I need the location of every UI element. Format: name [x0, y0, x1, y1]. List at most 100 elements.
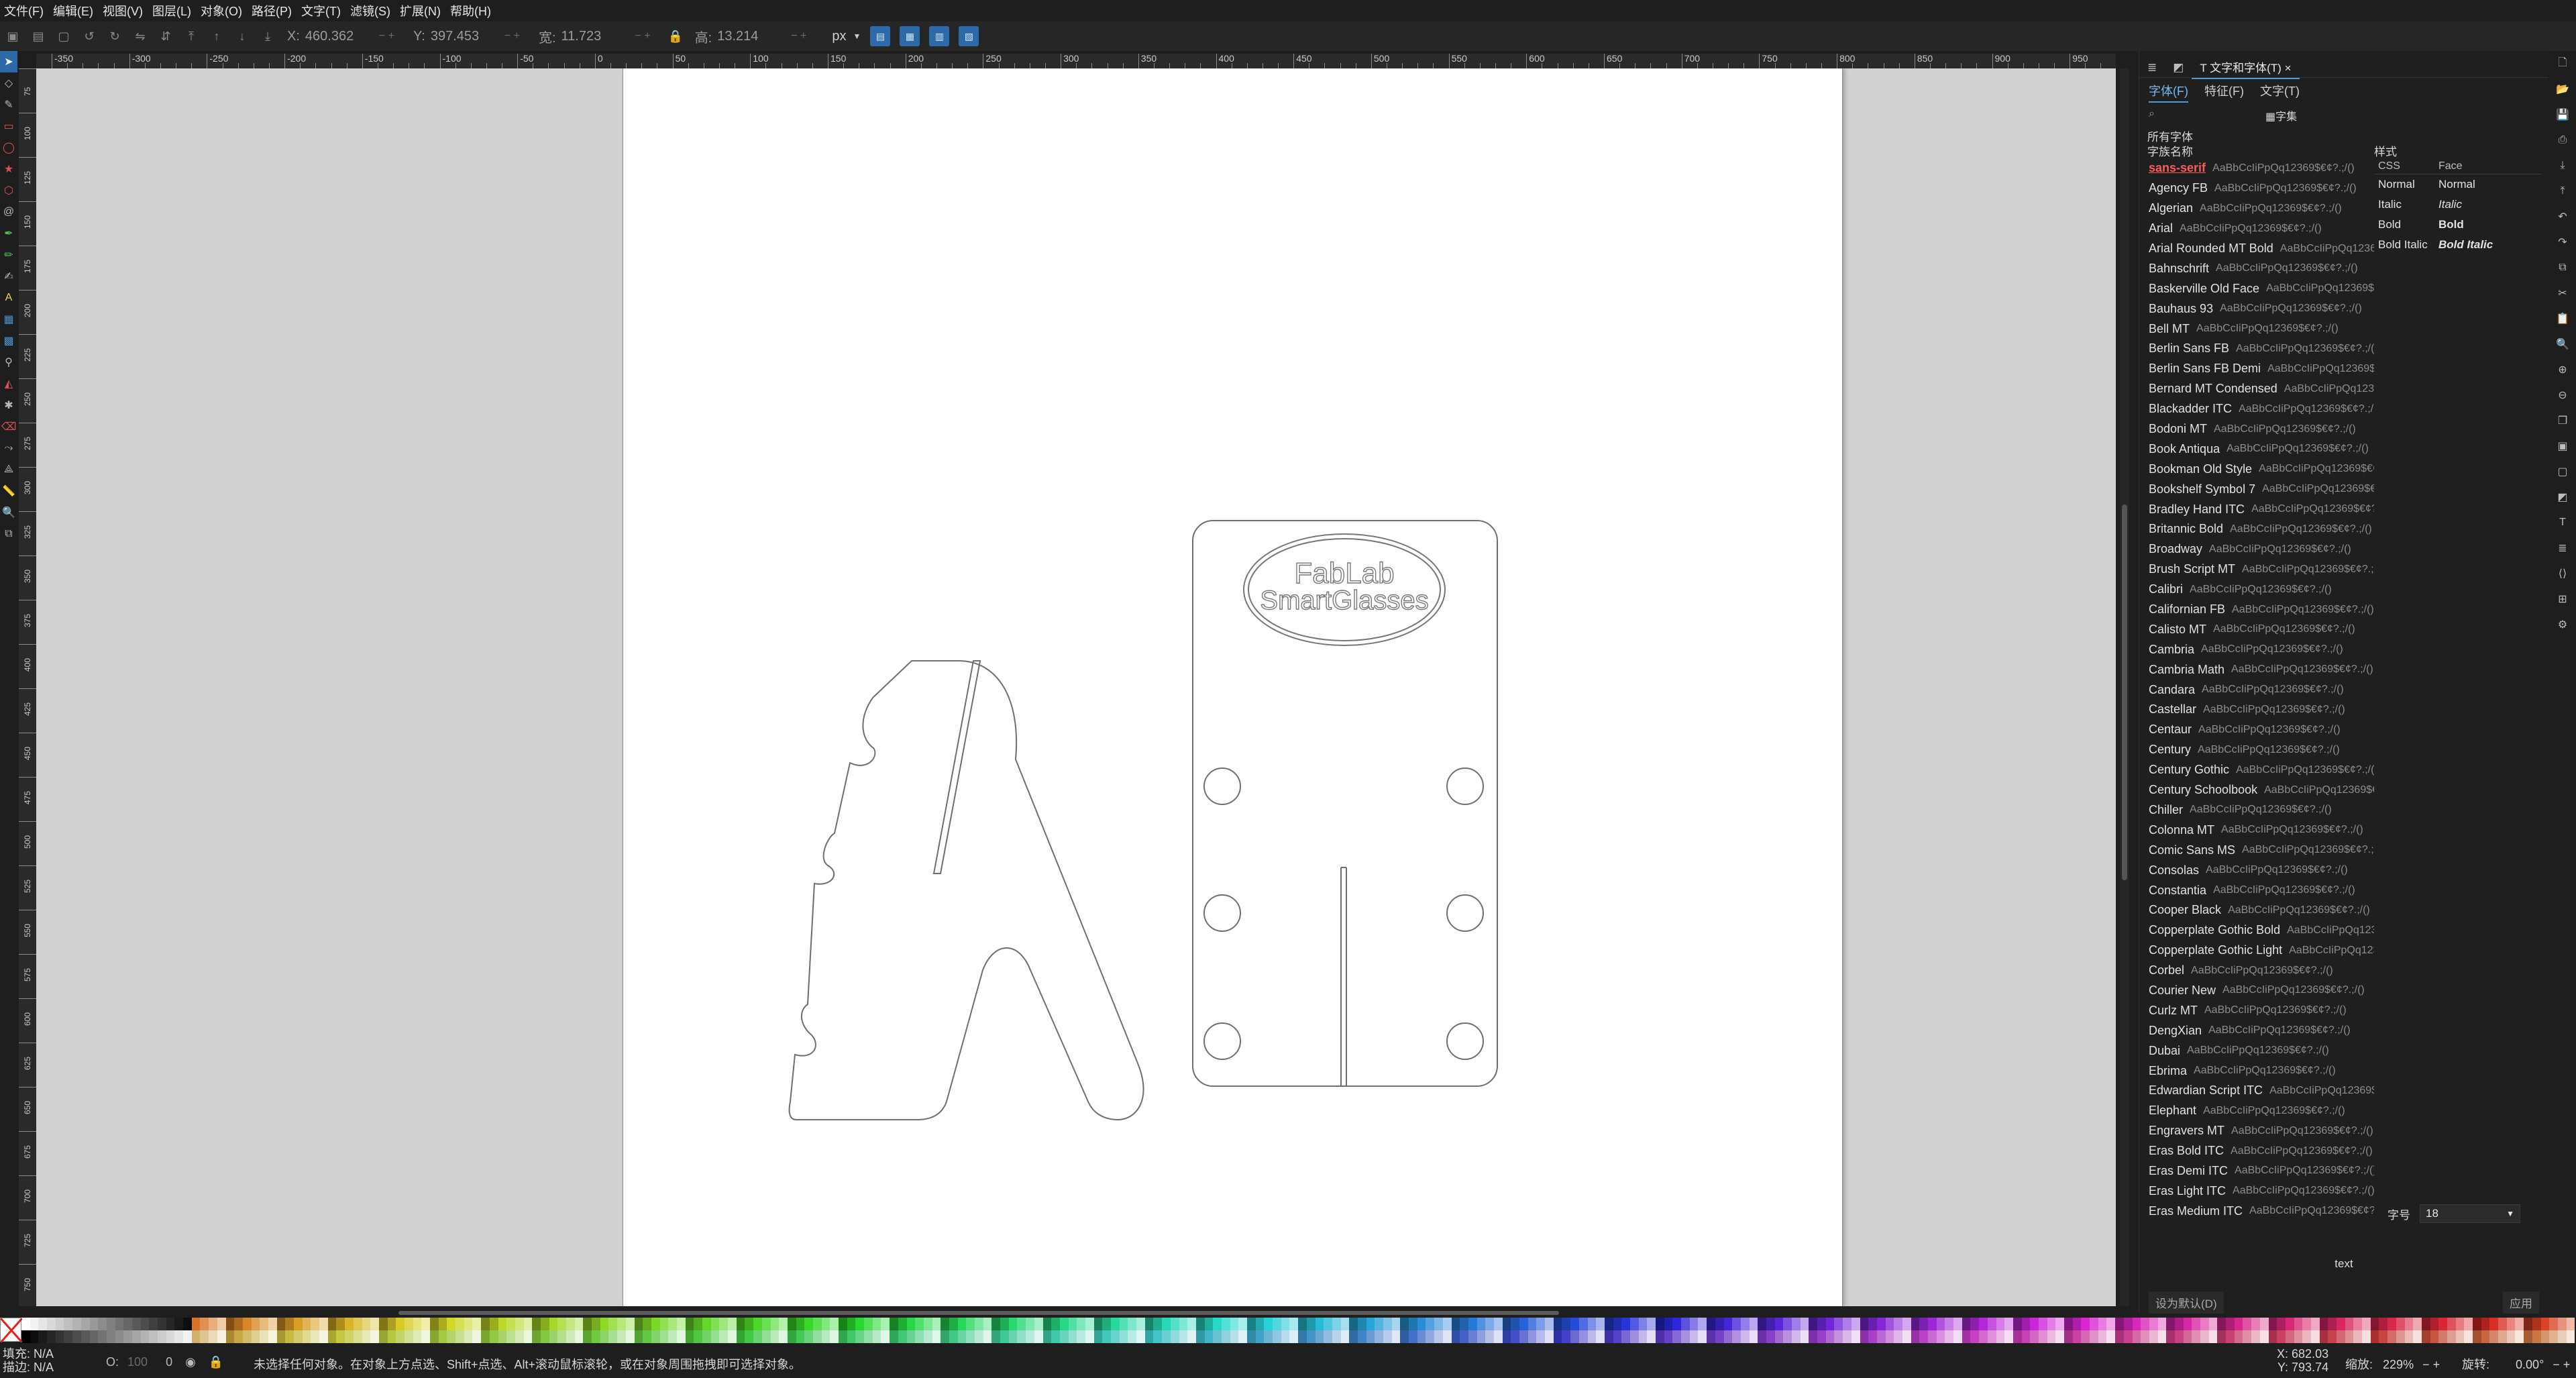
color-swatch-top[interactable] [1315, 1318, 1324, 1330]
color-swatch-top[interactable] [830, 1318, 839, 1330]
color-swatch[interactable] [158, 1318, 166, 1343]
color-swatch[interactable] [1894, 1318, 1902, 1343]
ellipse-tool-icon[interactable]: ◯ [0, 137, 17, 158]
color-swatch[interactable] [1375, 1318, 1383, 1343]
color-swatch-top[interactable] [2106, 1318, 2116, 1330]
spray-tool-icon[interactable]: ✱ [0, 394, 17, 416]
color-swatch[interactable] [2413, 1318, 2422, 1343]
color-swatch-top[interactable] [1817, 1318, 1826, 1330]
color-swatch-bottom[interactable] [957, 1330, 967, 1343]
color-swatch[interactable] [1843, 1318, 1851, 1343]
color-swatch-bottom[interactable] [1093, 1330, 1103, 1343]
color-swatch-bottom[interactable] [1409, 1330, 1417, 1343]
color-swatch-bottom[interactable] [745, 1330, 754, 1343]
color-swatch-top[interactable] [1247, 1318, 1256, 1330]
color-swatch-bottom[interactable] [2387, 1330, 2396, 1343]
color-swatch[interactable] [821, 1318, 830, 1343]
align-icon[interactable]: ⊞ [2549, 586, 2576, 612]
color-swatch-top[interactable] [1578, 1318, 1588, 1330]
font-list-item[interactable]: Britannic Bold AaBbCcIiPpQq12369$€¢?.;/() [2145, 519, 2374, 539]
color-swatch-top[interactable] [1119, 1318, 1128, 1330]
color-swatch-bottom[interactable] [1026, 1330, 1034, 1343]
dock-splitter[interactable] [2129, 51, 2139, 1326]
color-swatch[interactable] [506, 1318, 515, 1343]
color-swatch-top[interactable] [353, 1318, 362, 1330]
color-swatch-bottom[interactable] [1008, 1330, 1018, 1343]
color-swatch-top[interactable] [2047, 1318, 2056, 1330]
color-swatch-top[interactable] [2243, 1318, 2252, 1330]
color-swatch-bottom[interactable] [787, 1330, 796, 1343]
color-swatch[interactable] [643, 1318, 651, 1343]
tab-fill-stroke-icon[interactable]: ◩ [2165, 58, 2192, 77]
charset-button[interactable]: ▦字集 [2261, 107, 2301, 123]
color-swatch-top[interactable] [540, 1318, 549, 1330]
color-swatch[interactable] [285, 1318, 294, 1343]
color-swatch-top[interactable] [1545, 1318, 1554, 1330]
color-swatch[interactable] [1638, 1318, 1648, 1343]
duplicate-icon[interactable]: ❐ [2549, 408, 2576, 433]
color-swatch-bottom[interactable] [115, 1330, 124, 1343]
color-swatch-top[interactable] [72, 1318, 81, 1330]
color-swatch[interactable] [38, 1318, 48, 1343]
color-swatch[interactable] [2328, 1318, 2337, 1343]
color-swatch-top[interactable] [396, 1318, 405, 1330]
color-swatch[interactable] [2090, 1318, 2098, 1343]
color-swatch-top[interactable] [1204, 1318, 1214, 1330]
layers-icon[interactable]: ≣ [2549, 535, 2576, 561]
tab-layers-icon[interactable]: ≣ [2139, 58, 2165, 77]
color-swatch-top[interactable] [2166, 1318, 2175, 1330]
color-swatch[interactable] [1247, 1318, 1256, 1343]
font-list-item[interactable]: Agency FB AaBbCcIiPpQq12369$€¢?.;/() [2145, 178, 2374, 199]
color-swatch[interactable] [1545, 1318, 1554, 1343]
color-swatch-top[interactable] [506, 1318, 515, 1330]
color-swatch-bottom[interactable] [1111, 1330, 1120, 1343]
color-swatch[interactable] [2430, 1318, 2439, 1343]
color-swatch-top[interactable] [1375, 1318, 1383, 1330]
color-swatch-bottom[interactable] [413, 1330, 422, 1343]
color-swatch-top[interactable] [1860, 1318, 1869, 1330]
color-swatch-bottom[interactable] [1843, 1330, 1851, 1343]
color-swatch-bottom[interactable] [174, 1330, 184, 1343]
color-swatch-top[interactable] [268, 1318, 277, 1330]
color-swatch-bottom[interactable] [1919, 1330, 1928, 1343]
color-swatch[interactable] [209, 1318, 217, 1343]
color-swatch-bottom[interactable] [1255, 1330, 1265, 1343]
color-swatch-top[interactable] [523, 1318, 533, 1330]
color-swatch[interactable] [583, 1318, 592, 1343]
color-swatch-bottom[interactable] [2277, 1330, 2286, 1343]
color-swatch[interactable] [1876, 1318, 1886, 1343]
color-swatch-bottom[interactable] [1281, 1330, 1290, 1343]
menu-path[interactable]: 路径(P) [252, 2, 292, 19]
color-swatch[interactable] [370, 1318, 379, 1343]
color-swatch-bottom[interactable] [1536, 1330, 1546, 1343]
color-swatch-bottom[interactable] [353, 1330, 362, 1343]
color-swatch[interactable] [1477, 1318, 1486, 1343]
color-swatch-top[interactable] [21, 1318, 30, 1330]
color-swatch[interactable] [2557, 1318, 2567, 1343]
color-swatch-top[interactable] [1621, 1318, 1630, 1330]
color-swatch[interactable] [1485, 1318, 1494, 1343]
color-swatch[interactable] [847, 1318, 856, 1343]
color-swatch-bottom[interactable] [983, 1330, 992, 1343]
color-swatch[interactable] [2489, 1318, 2499, 1343]
color-swatch-top[interactable] [276, 1318, 286, 1330]
color-swatch[interactable] [1221, 1318, 1230, 1343]
color-swatch-top[interactable] [2540, 1318, 2550, 1330]
color-swatch[interactable] [855, 1318, 865, 1343]
color-swatch-top[interactable] [685, 1318, 694, 1330]
color-swatch[interactable] [1860, 1318, 1869, 1343]
color-swatch[interactable] [1911, 1318, 1920, 1343]
color-swatch-bottom[interactable] [694, 1330, 702, 1343]
color-swatch[interactable] [1664, 1318, 1673, 1343]
font-list-item[interactable]: Book Antiqua AaBbCcIiPpQq12369$€¢?.;/() [2145, 439, 2374, 459]
color-swatch-bottom[interactable] [1417, 1330, 1426, 1343]
color-swatch-top[interactable] [1008, 1318, 1018, 1330]
color-swatch-top[interactable] [991, 1318, 1001, 1330]
color-swatch-bottom[interactable] [2557, 1330, 2567, 1343]
color-swatch[interactable] [2098, 1318, 2107, 1343]
color-swatch-bottom[interactable] [191, 1330, 201, 1343]
font-list-item[interactable]: Californian FB AaBbCcIiPpQq12369$€¢?.;/() [2145, 600, 2374, 620]
color-swatch-top[interactable] [251, 1318, 260, 1330]
color-swatch-bottom[interactable] [1945, 1330, 1954, 1343]
color-swatch-bottom[interactable] [532, 1330, 541, 1343]
